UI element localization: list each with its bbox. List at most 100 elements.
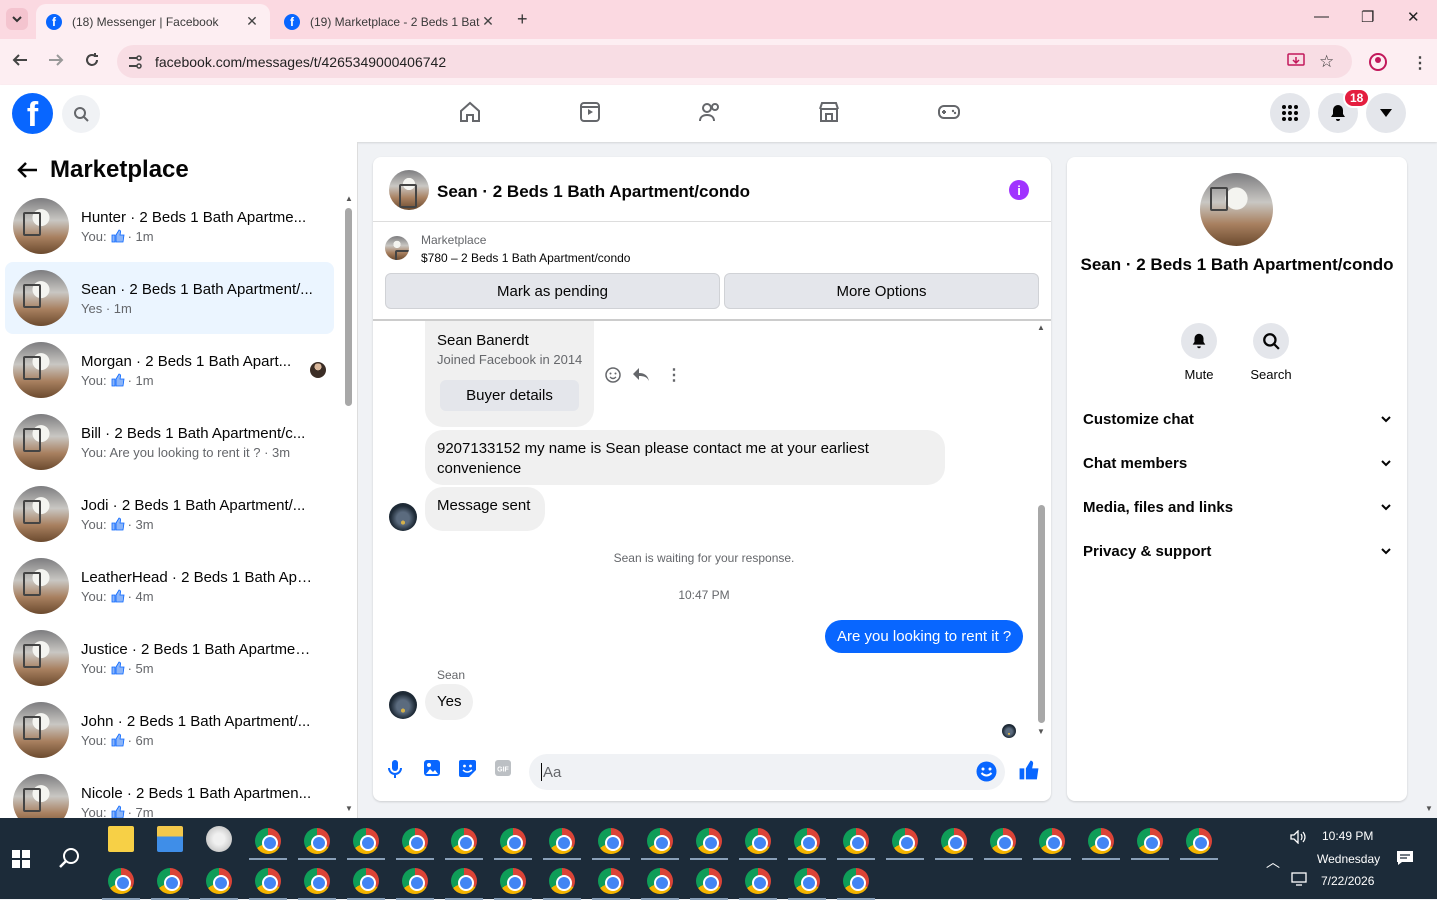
chrome-window-icon[interactable] xyxy=(255,828,281,854)
reload-icon[interactable] xyxy=(84,52,100,68)
notification-center-icon[interactable] xyxy=(1396,850,1414,866)
chrome-window-icon[interactable] xyxy=(1088,828,1114,854)
conversation-item[interactable]: Bill · 2 Beds 1 Bath Apartment/c... You:… xyxy=(5,406,334,478)
sticky-notes-icon[interactable] xyxy=(108,826,134,852)
chrome-window-icon[interactable] xyxy=(157,868,183,894)
tab-close-icon[interactable]: ✕ xyxy=(244,13,260,30)
conversation-item[interactable]: Nicole · 2 Beds 1 Bath Apartmen... You: ·… xyxy=(5,766,334,818)
chrome-window-icon[interactable] xyxy=(402,828,428,854)
chrome-window-icon[interactable] xyxy=(500,868,526,894)
scroll-up-icon[interactable]: ▲ xyxy=(345,194,353,203)
chrome-window-icon[interactable] xyxy=(353,868,379,894)
media-files-links-row[interactable]: Media, files and links xyxy=(1083,499,1391,516)
page-scroll-down-icon[interactable]: ▼ xyxy=(1425,804,1433,813)
listing-title[interactable]: $780 – 2 Beds 1 Bath Apartment/condo xyxy=(421,251,630,265)
thumbs-up-send-icon[interactable] xyxy=(1018,759,1040,781)
mark-pending-button[interactable]: Mark as pending xyxy=(385,273,720,309)
chrome-window-icon[interactable] xyxy=(794,868,820,894)
close-window-icon[interactable]: ✕ xyxy=(1407,8,1420,26)
back-arrow-icon[interactable] xyxy=(16,161,38,179)
microphone-icon[interactable] xyxy=(387,759,403,779)
chrome-window-icon[interactable] xyxy=(1186,828,1212,854)
chrome-window-icon[interactable] xyxy=(745,828,771,854)
back-icon[interactable] xyxy=(12,52,28,68)
message-input[interactable]: Aa xyxy=(529,754,1005,790)
conversation-item[interactable]: Justice · 2 Beds 1 Bath Apartmen... You:… xyxy=(5,622,334,694)
gaming-icon[interactable] xyxy=(937,100,961,124)
network-icon[interactable] xyxy=(1291,872,1307,886)
friends-icon[interactable] xyxy=(698,100,722,124)
chrome-window-icon[interactable] xyxy=(843,828,869,854)
profile-icon[interactable] xyxy=(1369,53,1387,71)
clock-day[interactable]: Wednesday xyxy=(1317,852,1380,866)
buyer-details-button[interactable]: Buyer details xyxy=(440,380,579,411)
install-app-icon[interactable] xyxy=(1287,53,1305,69)
new-tab-icon[interactable]: + xyxy=(517,9,528,30)
chrome-window-icon[interactable] xyxy=(990,828,1016,854)
home-icon[interactable] xyxy=(458,100,482,124)
chrome-window-icon[interactable] xyxy=(647,828,673,854)
chrome-window-icon[interactable] xyxy=(451,868,477,894)
gif-icon[interactable]: GIF xyxy=(494,759,512,777)
conversation-item[interactable]: John · 2 Beds 1 Bath Apartment/... You: ·… xyxy=(5,694,334,766)
omnibox[interactable]: facebook.com/messages/t/4265349000406742… xyxy=(117,45,1352,78)
marketplace-icon[interactable] xyxy=(817,100,841,124)
conversation-item[interactable]: Morgan · 2 Beds 1 Bath Apart... You: · 1m xyxy=(5,334,334,406)
reply-icon[interactable] xyxy=(632,367,650,383)
chrome-window-icon[interactable] xyxy=(549,868,575,894)
volume-icon[interactable] xyxy=(1290,830,1306,844)
url-text[interactable]: facebook.com/messages/t/4265349000406742 xyxy=(155,54,446,70)
tab-marketplace[interactable]: f (19) Marketplace - 2 Beds 1 Bath ✕ xyxy=(274,4,506,39)
chrome-window-icon[interactable] xyxy=(647,868,673,894)
more-options-button[interactable]: More Options xyxy=(724,273,1039,309)
info-icon[interactable]: i xyxy=(1009,180,1029,200)
chrome-window-icon[interactable] xyxy=(843,868,869,894)
chrome-window-icon[interactable] xyxy=(255,868,281,894)
bookmark-star-icon[interactable]: ☆ xyxy=(1319,52,1334,72)
chrome-window-icon[interactable] xyxy=(549,828,575,854)
menu-grid-button[interactable] xyxy=(1270,93,1310,133)
chrome-window-icon[interactable] xyxy=(402,868,428,894)
chrome-window-icon[interactable] xyxy=(941,828,967,854)
mute-button[interactable]: Mute xyxy=(1169,323,1229,382)
chrome-window-icon[interactable] xyxy=(353,828,379,854)
account-menu-button[interactable] xyxy=(1366,93,1406,133)
tab-close-icon[interactable]: ✕ xyxy=(480,13,496,30)
clock-date[interactable]: 7/22/2026 xyxy=(1321,874,1374,888)
windows-start-icon[interactable] xyxy=(12,850,30,868)
chrome-window-icon[interactable] xyxy=(892,828,918,854)
sticker-icon[interactable] xyxy=(458,759,477,778)
chrome-window-icon[interactable] xyxy=(500,828,526,854)
chrome-window-icon[interactable] xyxy=(598,868,624,894)
chrome-window-icon[interactable] xyxy=(1137,828,1163,854)
chrome-window-icon[interactable] xyxy=(108,868,134,894)
chat-scrollbar[interactable] xyxy=(1038,505,1045,723)
conversation-item[interactable]: LeatherHead · 2 Beds 1 Bath Apa... You: ·… xyxy=(5,550,334,622)
scroll-up-icon[interactable]: ▲ xyxy=(1037,323,1045,332)
chrome-window-icon[interactable] xyxy=(745,868,771,894)
chrome-window-icon[interactable] xyxy=(451,828,477,854)
chat-avatar[interactable] xyxy=(389,170,429,210)
customize-chat-row[interactable]: Customize chat xyxy=(1083,411,1391,428)
chrome-window-icon[interactable] xyxy=(206,868,232,894)
conversation-item-selected[interactable]: Sean · 2 Beds 1 Bath Apartment/... Yes ·… xyxy=(5,262,334,334)
maximize-icon[interactable]: ❐ xyxy=(1361,8,1374,26)
clock-time[interactable]: 10:49 PM xyxy=(1322,829,1373,843)
conversation-item[interactable]: Hunter · 2 Beds 1 Bath Apartme... You: · … xyxy=(5,190,334,262)
conversation-item[interactable]: Jodi · 2 Beds 1 Bath Apartment/... You: ·… xyxy=(5,478,334,550)
sidebar-scrollbar[interactable] xyxy=(345,208,352,406)
minimize-icon[interactable]: — xyxy=(1314,8,1329,25)
search-chat-button[interactable]: Search xyxy=(1241,323,1301,382)
forward-icon[interactable] xyxy=(48,52,64,68)
tab-search-chevron-icon[interactable] xyxy=(6,8,28,30)
chrome-window-icon[interactable] xyxy=(304,868,330,894)
taskbar-search-icon[interactable] xyxy=(58,846,82,870)
emoji-icon[interactable] xyxy=(976,761,997,782)
video-icon[interactable] xyxy=(578,100,602,124)
chat-members-row[interactable]: Chat members xyxy=(1083,455,1391,472)
more-actions-icon[interactable]: ⋮ xyxy=(666,365,682,385)
app-icon[interactable] xyxy=(206,826,232,852)
chrome-window-icon[interactable] xyxy=(696,828,722,854)
chrome-window-icon[interactable] xyxy=(696,868,722,894)
scroll-down-icon[interactable]: ▼ xyxy=(1037,727,1045,736)
